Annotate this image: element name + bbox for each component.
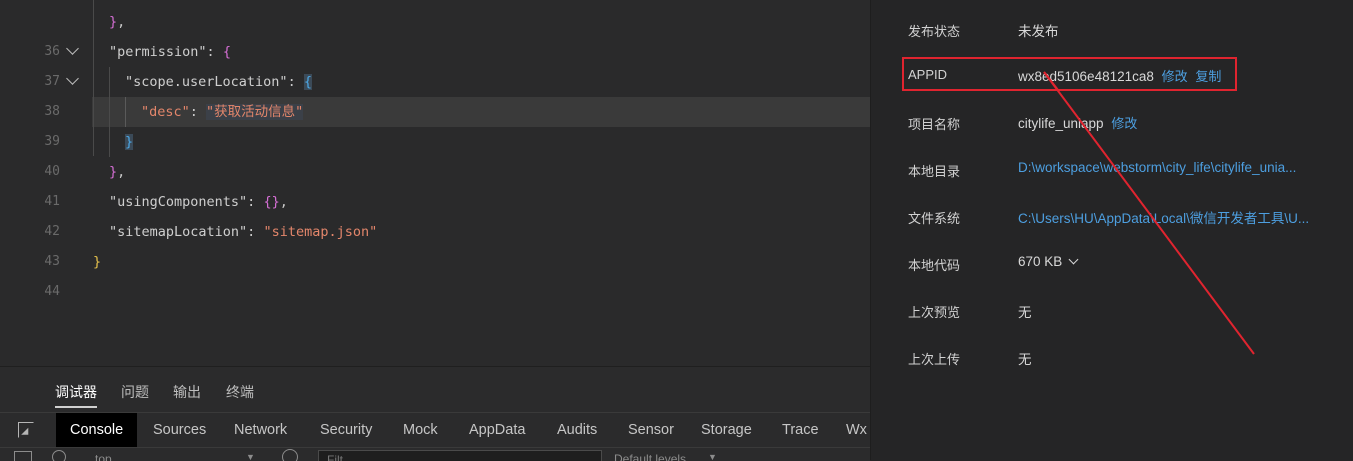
info-value: 无 (1018, 305, 1032, 320)
active-tab-underline (55, 406, 97, 408)
tab-problems[interactable]: 问题 (121, 382, 149, 402)
tab-network[interactable]: Network (234, 413, 287, 447)
fold-chevron-icon[interactable] (66, 72, 79, 85)
code-line[interactable]: 43 "sitemapLocation": "sitemap.json" (0, 217, 870, 269)
tab-sensor[interactable]: Sensor (628, 413, 674, 447)
tab-mock[interactable]: Mock (403, 413, 438, 447)
code-line[interactable]: 36 }, (0, 7, 870, 59)
eye-icon[interactable] (282, 449, 298, 461)
info-label: 本地目录 (908, 164, 961, 179)
info-label: 项目名称 (908, 117, 961, 132)
filter-input[interactable]: Filt (318, 450, 602, 461)
devtools-panel: 调试器 问题 输出 终端 Console Sources Network Sec… (0, 366, 870, 461)
info-label: 发布状态 (908, 24, 961, 39)
tab-debugger[interactable]: 调试器 (55, 382, 97, 402)
tab-console[interactable]: Console (56, 413, 138, 447)
info-row-file-system: 文件系统 C:\Users\HU\AppData\Local\微信开发者工具\U… (871, 204, 1353, 228)
info-row-local-code: 本地代码 670 KB (871, 251, 1353, 275)
tab-security[interactable]: Security (320, 413, 372, 447)
info-row-publish-status: 发布状态 未发布 (871, 17, 1353, 41)
json-string-value: "获取活动信息" (206, 104, 304, 120)
code-line[interactable]: 41 }, (0, 157, 870, 209)
json-key: "sitemapLocation" (109, 224, 248, 240)
console-toolbar: top ▼ Filt Default levels ▼ (0, 448, 870, 461)
fold-chevron-icon[interactable] (66, 42, 79, 55)
tab-terminal[interactable]: 终端 (226, 382, 254, 402)
json-key: "permission" (109, 44, 207, 60)
tab-sources[interactable]: Sources (153, 413, 206, 447)
clear-console-icon[interactable] (52, 450, 66, 461)
info-label: 上次上传 (908, 352, 961, 367)
info-value: 无 (1018, 352, 1032, 367)
devtools-panel-tabs: Console Sources Network Security Mock Ap… (0, 412, 870, 448)
tab-storage[interactable]: Storage (701, 413, 752, 447)
info-label: 文件系统 (908, 211, 961, 226)
tab-output[interactable]: 输出 (173, 382, 201, 402)
info-label: 本地代码 (908, 258, 961, 273)
debugger-tab-bar: 调试器 问题 输出 终端 (0, 367, 870, 408)
json-key: "desc" (141, 104, 190, 120)
info-value: 未发布 (1018, 24, 1059, 39)
json-string-value: "sitemap.json" (263, 224, 378, 240)
json-key: "scope.userLocation" (125, 74, 288, 90)
chevron-down-icon[interactable] (1068, 254, 1079, 265)
code-line[interactable]: 42 "usingComponents": {}, (0, 187, 870, 239)
line-number: 44 (44, 284, 60, 299)
tab-appdata[interactable]: AppData (469, 413, 525, 447)
edit-project-name-link[interactable]: 修改 (1111, 116, 1137, 131)
local-code-size[interactable]: 670 KB (1018, 254, 1079, 269)
info-value-project-name: citylife_uniapp 修改 (1018, 113, 1137, 132)
tab-audits[interactable]: Audits (557, 413, 597, 447)
code-line-active[interactable]: 39 "desc": "获取活动信息" (0, 97, 870, 149)
annotation-highlight-box (902, 57, 1237, 91)
info-row-local-dir: 本地目录 D:\workspace\webstorm\city_life\cit… (871, 157, 1353, 181)
code-size-text: 670 KB (1018, 254, 1063, 269)
local-directory-link[interactable]: D:\workspace\webstorm\city_life\citylife… (1018, 160, 1296, 175)
json-key: "usingComponents" (109, 194, 248, 210)
file-system-link[interactable]: C:\Users\HU\AppData\Local\微信开发者工具\U... (1018, 207, 1309, 227)
code-line[interactable]: 38 "scope.userLocation": { (0, 67, 870, 119)
info-row-project-name: 项目名称 citylife_uniapp 修改 (871, 110, 1353, 134)
info-row-last-preview: 上次预览 无 (871, 298, 1353, 322)
project-name-text: citylife_uniapp (1018, 116, 1104, 131)
code-line[interactable]: 44 } (0, 247, 870, 299)
tab-trace[interactable]: Trace (782, 413, 819, 447)
code-line[interactable]: 40 } (0, 127, 870, 179)
code-editor[interactable]: 36 }, 37 "permission": { 38 "scope.userL… (0, 0, 870, 366)
code-line[interactable]: 37 "permission": { (0, 37, 870, 89)
info-row-last-upload: 上次上传 无 (871, 345, 1353, 369)
info-label: 上次预览 (908, 305, 961, 320)
tab-wxml[interactable]: Wx (846, 413, 867, 447)
